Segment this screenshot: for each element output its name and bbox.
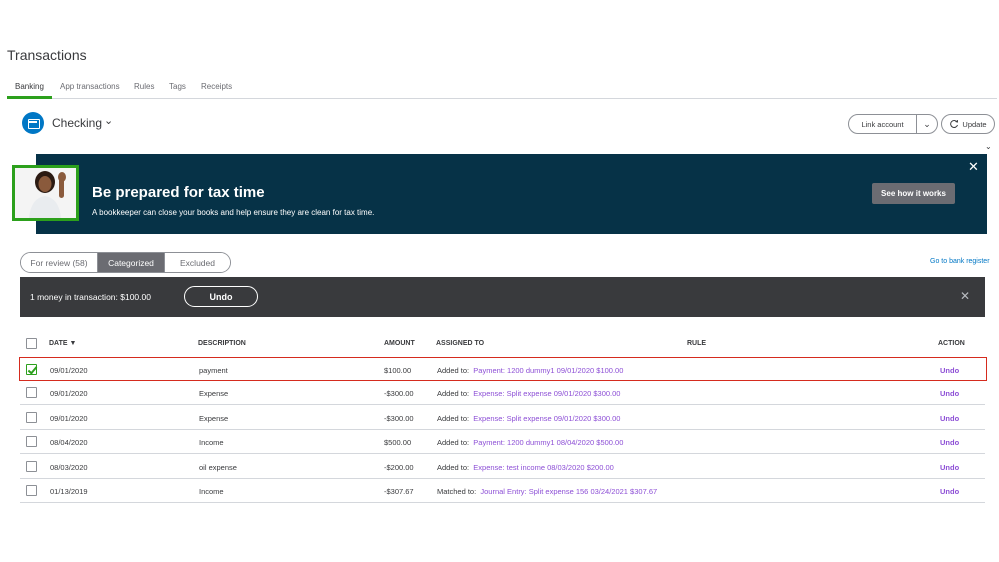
row-undo-link[interactable]: Undo	[940, 487, 959, 496]
banner-subtitle: A bookkeeper can close your books and he…	[92, 208, 375, 217]
link-account-button[interactable]: Link account	[849, 115, 917, 133]
filter-excluded[interactable]: Excluded	[165, 253, 230, 272]
assigned-label: Added to:	[437, 366, 470, 375]
row-amount: -$300.00	[384, 389, 414, 398]
assigned-label: Added to:	[437, 389, 470, 398]
tab-app-transactions[interactable]: App transactions	[60, 82, 120, 91]
row-date: 09/01/2020	[50, 366, 88, 375]
bank-account-icon	[22, 112, 44, 134]
filter-for-review[interactable]: For review (58)	[21, 253, 98, 272]
row-description: Income	[199, 438, 224, 447]
row-undo-link[interactable]: Undo	[940, 389, 959, 398]
row-date: 01/13/2019	[50, 487, 88, 496]
row-date: 09/01/2020	[50, 414, 88, 423]
chevron-down-icon[interactable]: ⌄	[104, 114, 113, 127]
row-date: 09/01/2020	[50, 389, 88, 398]
row-checkbox[interactable]	[26, 436, 37, 447]
row-checkbox[interactable]	[26, 412, 37, 423]
column-header-description: DESCRIPTION	[198, 340, 246, 347]
row-amount: -$200.00	[384, 463, 414, 472]
close-icon[interactable]: ✕	[960, 289, 970, 303]
row-description: payment	[199, 366, 228, 375]
notification-text: 1 money in transaction: $100.00	[30, 292, 151, 302]
column-header-date[interactable]: DATE ▼	[49, 340, 76, 347]
column-header-assigned-to: ASSIGNED TO	[436, 340, 485, 347]
see-how-it-works-button[interactable]: See how it works	[872, 183, 955, 204]
row-undo-link[interactable]: Undo	[940, 414, 959, 423]
row-date: 08/04/2020	[50, 438, 88, 447]
column-header-rule: RULE	[687, 340, 707, 347]
table-header: DATE ▼ DESCRIPTION AMOUNT ASSIGNED TO RU…	[20, 334, 985, 354]
assigned-transaction-link[interactable]: Payment: 1200 dummy1 09/01/2020 $100.00	[473, 366, 623, 375]
row-undo-link[interactable]: Undo	[940, 438, 959, 447]
close-icon[interactable]: ✕	[968, 159, 979, 175]
table-row[interactable]: 08/03/2020 oil expense -$200.00 Added to: E…	[20, 455, 985, 479]
row-description: oil expense	[199, 463, 237, 472]
row-description: Income	[199, 487, 224, 496]
row-checkbox[interactable]	[26, 461, 37, 472]
row-amount: $500.00	[384, 438, 412, 447]
row-undo-link[interactable]: Undo	[940, 366, 959, 375]
tab-banking[interactable]: Banking	[15, 82, 44, 91]
refresh-icon	[950, 119, 959, 129]
select-all-checkbox[interactable]	[26, 338, 37, 349]
assigned-label: Added to:	[437, 414, 470, 423]
tab-rules[interactable]: Rules	[134, 82, 154, 91]
row-amount: -$307.67	[384, 487, 414, 496]
tab-tags[interactable]: Tags	[169, 82, 186, 91]
row-assigned-to: Matched to: Journal Entry: Split expense…	[437, 487, 657, 496]
account-selector[interactable]: Checking	[52, 116, 102, 130]
chevron-down-icon[interactable]: ⌄	[917, 115, 937, 133]
active-tab-indicator	[7, 96, 52, 99]
row-assigned-to: Added to: Payment: 1200 dummy1 09/01/202…	[437, 366, 623, 375]
row-description: Expense	[199, 414, 229, 423]
table-row[interactable]: 01/13/2019 Income -$307.67 Matched to: Jour…	[20, 479, 985, 503]
row-checkbox[interactable]	[26, 364, 37, 375]
update-button[interactable]: Update	[941, 114, 995, 134]
row-amount: -$300.00	[384, 414, 414, 423]
column-header-amount: AMOUNT	[384, 340, 415, 347]
filter-categorized[interactable]: Categorized	[98, 253, 165, 272]
bookkeeper-photo	[12, 165, 79, 221]
assigned-transaction-link[interactable]: Expense: test income 08/03/2020 $200.00	[473, 463, 614, 472]
tab-receipts[interactable]: Receipts	[201, 82, 232, 91]
assigned-label: Matched to:	[437, 487, 477, 496]
row-undo-link[interactable]: Undo	[940, 463, 959, 472]
link-account-group: Link account ⌄	[848, 114, 938, 134]
notification-undo-button[interactable]: Undo	[184, 286, 258, 307]
assigned-transaction-link[interactable]: Journal Entry: Split expense 156 03/24/2…	[480, 487, 657, 496]
update-label: Update	[962, 119, 987, 129]
row-assigned-to: Added to: Expense: Split expense 09/01/2…	[437, 414, 620, 423]
row-amount: $100.00	[384, 366, 412, 375]
table-row[interactable]: 09/01/2020 payment $100.00 Added to: Paymen…	[19, 357, 987, 381]
row-date: 08/03/2020	[50, 463, 88, 472]
row-description: Expense	[199, 389, 229, 398]
column-header-action: ACTION	[938, 340, 965, 347]
row-checkbox[interactable]	[26, 485, 37, 496]
chevron-down-icon[interactable]: ⌄	[985, 142, 992, 151]
tab-bar: Banking App transactions Rules Tags Rece…	[7, 79, 997, 99]
table-row[interactable]: 08/04/2020 Income $500.00 Added to: Payment…	[20, 430, 985, 454]
row-assigned-to: Added to: Payment: 1200 dummy1 08/04/202…	[437, 438, 623, 447]
status-filter: For review (58) Categorized Excluded	[20, 252, 231, 273]
row-checkbox[interactable]	[26, 387, 37, 398]
table-row[interactable]: 09/01/2020 Expense -$300.00 Added to: Expen…	[20, 406, 985, 430]
table-row[interactable]: 09/01/2020 Expense -$300.00 Added to: Expen…	[20, 381, 985, 405]
page-title: Transactions	[7, 47, 87, 63]
banner-title: Be prepared for tax time	[92, 184, 265, 201]
assigned-label: Added to:	[437, 438, 470, 447]
assigned-transaction-link[interactable]: Payment: 1200 dummy1 08/04/2020 $500.00	[473, 438, 623, 447]
bank-register-link[interactable]: Go to bank register	[930, 258, 990, 265]
assigned-transaction-link[interactable]: Expense: Split expense 09/01/2020 $300.0…	[473, 389, 620, 398]
undo-notification	[20, 277, 985, 317]
row-assigned-to: Added to: Expense: Split expense 09/01/2…	[437, 389, 620, 398]
row-assigned-to: Added to: Expense: test income 08/03/202…	[437, 463, 614, 472]
assigned-label: Added to:	[437, 463, 470, 472]
assigned-transaction-link[interactable]: Expense: Split expense 09/01/2020 $300.0…	[473, 414, 620, 423]
